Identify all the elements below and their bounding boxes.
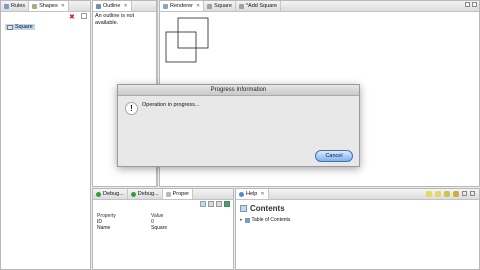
delete-icon[interactable]: ✖ [69, 13, 75, 21]
outline-message: An outline is not available. [95, 13, 135, 26]
help-panel: Help ✕ Contents ▸ Table of Contents [235, 188, 480, 270]
square-shape-icon [7, 24, 13, 30]
tab-renderer-label: Renderer [170, 3, 193, 9]
cancel-button[interactable]: Cancel [315, 150, 353, 162]
dialog-message: Operation in progress... [142, 102, 200, 108]
tab-add-square-label: *Add Square [245, 3, 278, 9]
tab-square-label: Square [214, 3, 232, 9]
rules-tabbar: Rules Shapes ✕ [1, 1, 90, 12]
bookmark-icon[interactable] [453, 191, 459, 197]
tab-debug-1-label: Debug... [103, 191, 124, 197]
warning-icon: ! [125, 102, 138, 115]
tab-add-square[interactable]: *Add Square [236, 1, 282, 11]
tab-debug-1[interactable]: Debug... [93, 189, 128, 199]
debug-icon [96, 191, 101, 197]
tab-debug-2[interactable]: Debug... [128, 189, 163, 199]
back-icon[interactable] [426, 191, 432, 197]
properties-icon [165, 191, 171, 197]
tab-properties-label: Proper [172, 191, 190, 197]
forward-icon[interactable] [435, 191, 441, 197]
tab-shapes[interactable]: Shapes ✕ [29, 1, 69, 11]
toc-item[interactable]: ▸ Table of Contents [240, 217, 290, 223]
help-header: Contents [240, 204, 285, 213]
add-square-file-icon [238, 3, 244, 9]
properties-tabbar: Debug... Debug... Proper [93, 189, 233, 200]
help-toolbar [426, 191, 475, 197]
square-file-icon [207, 3, 213, 9]
collapse-icon[interactable] [81, 13, 87, 19]
progress-dialog: Progress Information ! Operation in prog… [117, 84, 360, 167]
help-icon [239, 191, 244, 197]
square-shape-1[interactable] [177, 17, 209, 49]
contents-icon [240, 205, 247, 212]
expand-icon[interactable]: ▸ [240, 217, 243, 223]
close-icon[interactable]: ✕ [196, 3, 200, 9]
tab-properties[interactable]: Proper [162, 189, 194, 199]
canvas-shapes [165, 17, 209, 63]
minimize-icon[interactable] [462, 191, 467, 196]
tab-help-label: Help [246, 191, 258, 197]
close-icon[interactable]: ✕ [61, 3, 65, 9]
outline-icon [96, 3, 101, 9]
filter-icon[interactable] [208, 201, 214, 207]
maximize-icon[interactable] [472, 2, 477, 7]
tab-shapes-label: Shapes [39, 3, 58, 9]
tab-outline[interactable]: Outline ✕ [93, 1, 132, 11]
editor-window-controls [465, 2, 477, 7]
dialog-title: Progress Information [118, 85, 359, 96]
help-heading: Contents [250, 204, 285, 213]
debug-icon [130, 191, 136, 197]
tab-rules-label: Rules [11, 3, 26, 9]
tree-item-square[interactable]: Square [5, 24, 35, 30]
tab-square[interactable]: Square [204, 1, 236, 11]
properties-toolbar [200, 201, 230, 207]
tab-renderer[interactable]: Renderer ✕ [160, 1, 205, 11]
book-icon [244, 217, 250, 223]
properties-table: Property Value ID 0 Name Square [97, 213, 217, 231]
tab-help[interactable]: Help ✕ [236, 189, 269, 199]
tab-rules[interactable]: Rules [1, 1, 30, 11]
tab-outline-label: Outline [103, 3, 121, 9]
close-icon[interactable]: ✕ [123, 3, 127, 9]
maximize-icon[interactable] [470, 191, 475, 196]
rules-shapes-panel: Rules Shapes ✕ ✖ Square [0, 0, 91, 270]
restore-icon[interactable] [216, 201, 222, 207]
shapes-icon [32, 3, 38, 9]
properties-panel: Debug... Debug... Proper Property Value … [92, 188, 234, 270]
close-icon[interactable]: ✕ [260, 191, 264, 197]
table-row[interactable]: Name Square [97, 225, 217, 231]
cell-value: Square [151, 225, 168, 231]
toc-item-label: Table of Contents [251, 217, 291, 223]
tree-item-label: Square [15, 24, 33, 30]
sort-icon[interactable] [200, 201, 206, 207]
square-shape-2[interactable] [165, 31, 197, 63]
renderer-icon [163, 3, 168, 9]
outline-tabbar: Outline ✕ [93, 1, 156, 12]
minimize-icon[interactable] [465, 2, 470, 7]
rules-icon [4, 3, 9, 9]
home-icon[interactable] [444, 191, 450, 197]
cell-property: Name [97, 225, 111, 231]
pin-icon[interactable] [224, 201, 230, 207]
tab-debug-2-label: Debug... [137, 191, 159, 197]
